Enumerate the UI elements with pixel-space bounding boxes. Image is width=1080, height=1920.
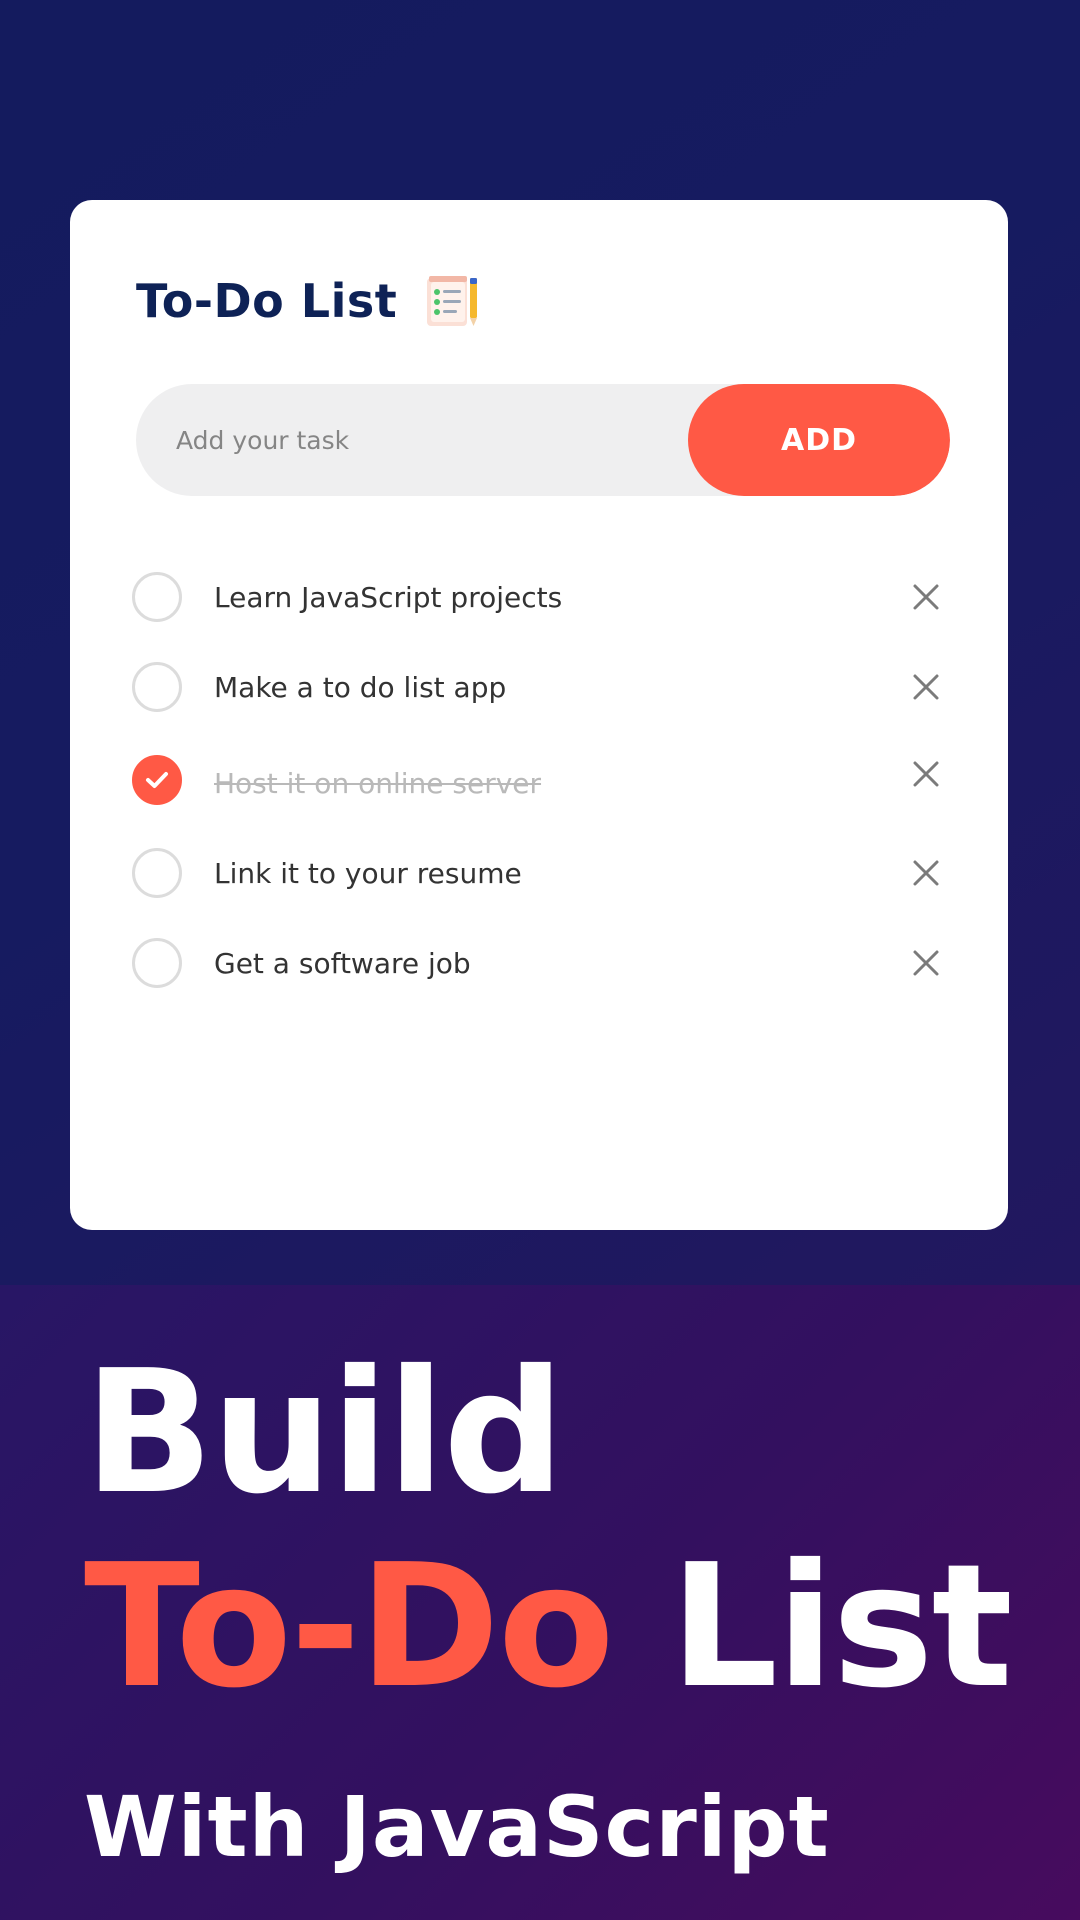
task-input[interactable] xyxy=(136,384,696,496)
task-item[interactable]: Make a to do list app xyxy=(132,642,952,732)
checkmark-icon xyxy=(146,772,168,788)
task-checkbox[interactable] xyxy=(132,848,182,898)
headline-with-javascript: With JavaScript xyxy=(84,1778,830,1876)
card-title: To-Do List xyxy=(136,274,398,328)
task-text: Get a software job xyxy=(214,946,471,980)
task-item[interactable]: Get a software job xyxy=(132,918,952,1008)
task-text: Link it to your resume xyxy=(214,856,522,890)
todo-card: To-Do List ADD Learn JavaSc xyxy=(70,200,1008,1230)
task-item-completed[interactable]: Host it on online server xyxy=(132,732,952,828)
headline-todo-accent: To-Do xyxy=(84,1528,615,1726)
close-icon[interactable] xyxy=(904,752,948,796)
task-checkbox[interactable] xyxy=(132,662,182,712)
task-item[interactable]: Learn JavaScript projects xyxy=(132,552,952,642)
headline-build: Build xyxy=(84,1334,565,1532)
close-icon[interactable] xyxy=(904,665,948,709)
headline-list: List xyxy=(669,1528,1013,1726)
task-text: Make a to do list app xyxy=(214,670,507,704)
headline-todo-list: To-Do List xyxy=(84,1528,1013,1726)
close-icon[interactable] xyxy=(904,941,948,985)
add-task-row: ADD xyxy=(136,384,950,496)
task-list: Learn JavaScript projects Make a to do l… xyxy=(132,552,952,1008)
notepad-icon xyxy=(423,272,481,330)
task-checkbox[interactable] xyxy=(132,938,182,988)
close-icon[interactable] xyxy=(904,851,948,895)
task-checkbox[interactable] xyxy=(132,572,182,622)
task-text: Learn JavaScript projects xyxy=(214,580,563,614)
add-button[interactable]: ADD xyxy=(688,384,950,496)
close-icon[interactable] xyxy=(904,575,948,619)
task-item[interactable]: Link it to your resume xyxy=(132,828,952,918)
task-text: Host it on online server xyxy=(214,766,542,800)
card-header: To-Do List xyxy=(136,272,481,330)
task-checkbox-checked[interactable] xyxy=(132,755,182,805)
